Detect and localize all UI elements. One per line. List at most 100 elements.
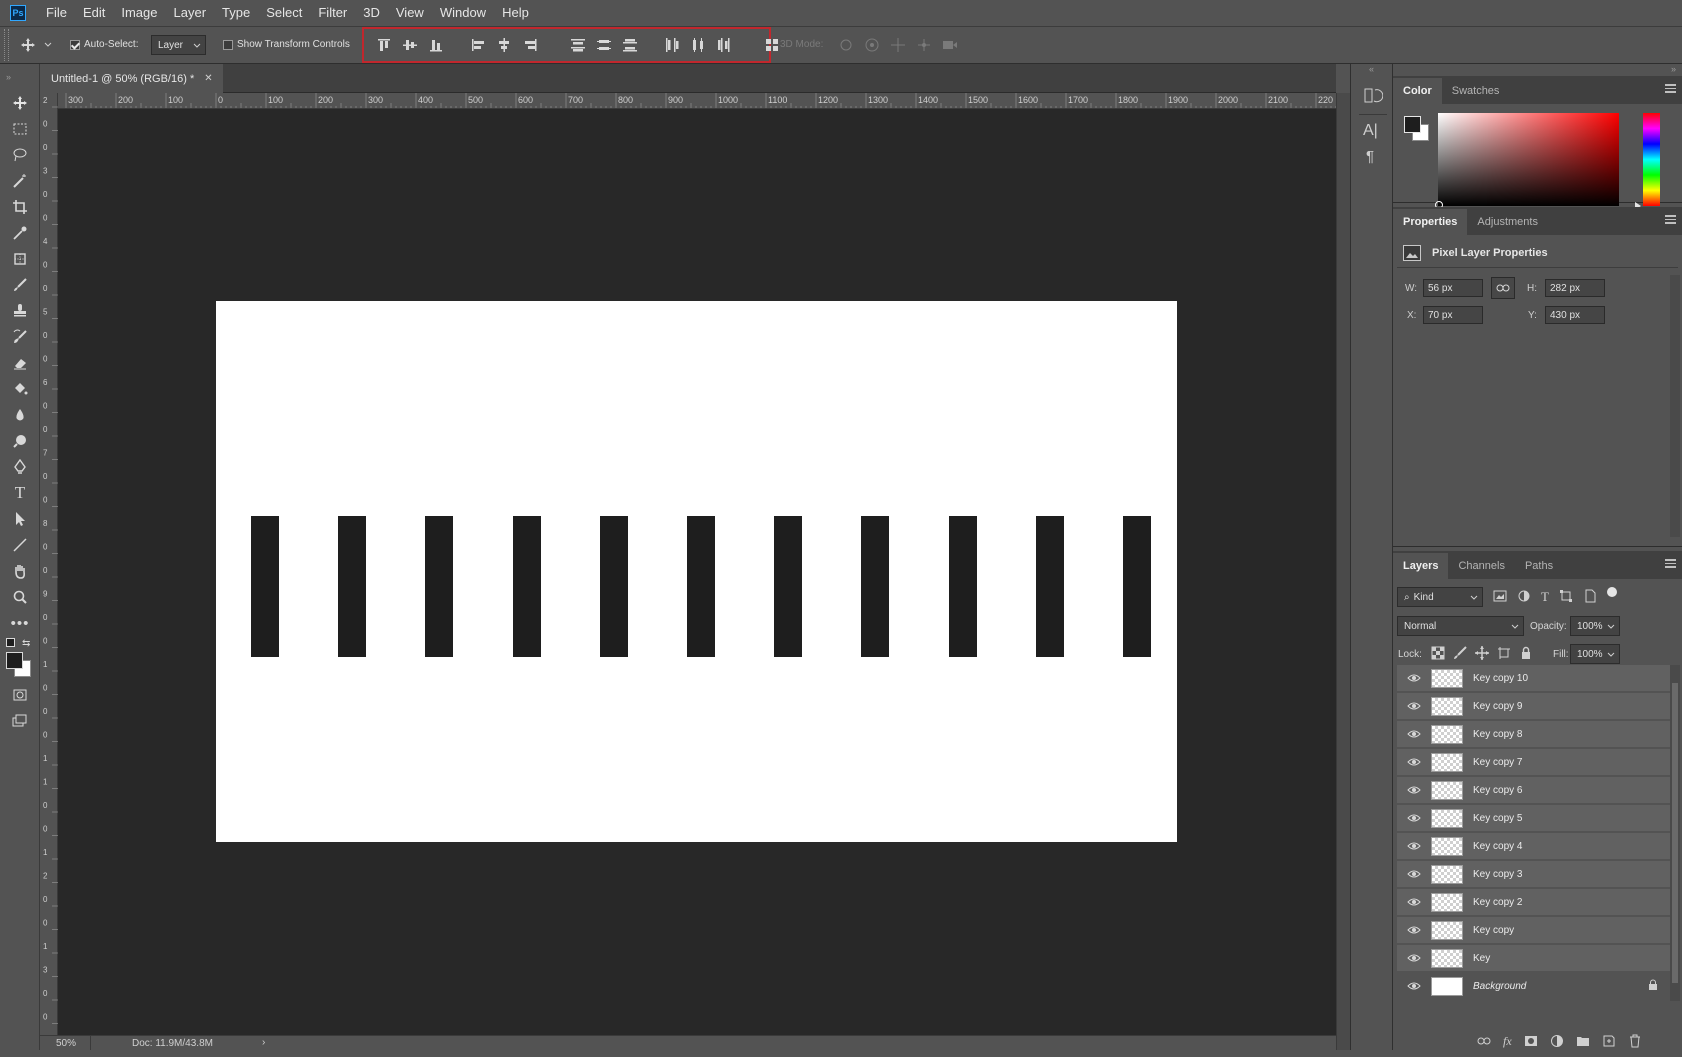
menu-edit[interactable]: Edit [75, 0, 113, 26]
history-brush-icon[interactable] [0, 324, 40, 350]
menu-3d[interactable]: 3D [355, 0, 388, 26]
lock-image-pixels-icon[interactable] [1453, 646, 1467, 660]
auto-select-checkbox[interactable] [70, 39, 80, 50]
visibility-eye-icon[interactable] [1397, 869, 1431, 879]
swap-colors-icon[interactable]: ⇆ [22, 638, 30, 649]
character-panel-icon[interactable]: A| [1363, 122, 1383, 142]
layer-row[interactable]: Key copy 8 [1397, 721, 1678, 748]
filter-type-icon[interactable]: T [1541, 589, 1549, 605]
history-panel-icon[interactable] [1363, 86, 1384, 106]
layer-name[interactable]: Key [1473, 953, 1490, 964]
menu-image[interactable]: Image [113, 0, 165, 26]
lock-artboard-icon[interactable] [1497, 646, 1511, 660]
zoom-level[interactable]: 50% [56, 1038, 76, 1049]
panel-menu-icon[interactable] [1665, 84, 1676, 93]
color-field[interactable] [1435, 113, 1619, 209]
filter-smart-object-icon[interactable] [1583, 589, 1597, 603]
visibility-eye-icon[interactable] [1397, 785, 1431, 795]
layer-filter-kind-dropdown[interactable]: ⌕ Kind [1397, 587, 1483, 607]
link-icon[interactable] [1491, 277, 1515, 299]
new-group-icon[interactable] [1576, 1034, 1590, 1048]
tab-color[interactable]: Color [1393, 78, 1442, 104]
tab-adjustments[interactable]: Adjustments [1467, 209, 1548, 235]
zoom-tool-icon[interactable] [0, 584, 40, 610]
tab-channels[interactable]: Channels [1448, 553, 1514, 579]
distribute-left-edges-icon[interactable] [664, 37, 680, 53]
key-shape[interactable] [1035, 516, 1064, 657]
lock-all-icon[interactable] [1519, 646, 1533, 660]
align-bottom-edges-icon[interactable] [428, 37, 444, 53]
move-tool-icon[interactable] [0, 90, 40, 116]
paint-bucket-icon[interactable] [0, 376, 40, 402]
marquee-tool-icon[interactable] [0, 116, 40, 142]
key-shape[interactable] [425, 516, 454, 657]
color-foreground-swatch[interactable] [1404, 116, 1421, 133]
layer-name[interactable]: Key copy 8 [1473, 729, 1522, 740]
menu-type[interactable]: Type [214, 0, 258, 26]
align-top-edges-icon[interactable] [376, 37, 392, 53]
new-layer-icon[interactable] [1602, 1034, 1616, 1048]
scale-3d-icon[interactable] [942, 37, 958, 53]
layer-name[interactable]: Key copy 3 [1473, 869, 1522, 880]
line-tool-icon[interactable] [0, 532, 40, 558]
distribute-top-edges-icon[interactable] [570, 37, 586, 53]
layer-row[interactable]: Key copy 2 [1397, 889, 1678, 916]
layer-name[interactable]: Background [1473, 981, 1526, 992]
document-tab[interactable]: Untitled-1 @ 50% (RGB/16) * ✕ [40, 64, 223, 93]
menu-filter[interactable]: Filter [310, 0, 355, 26]
orbit-3d-icon[interactable] [838, 37, 854, 53]
collapse-panels-icon[interactable]: » [1393, 64, 1682, 76]
auto-select-target-dropdown[interactable]: Layer [151, 35, 206, 55]
align-right-edges-icon[interactable] [522, 37, 538, 53]
layer-name[interactable]: Key copy 10 [1473, 673, 1528, 684]
visibility-eye-icon[interactable] [1397, 701, 1431, 711]
brush-tool-icon[interactable] [0, 272, 40, 298]
key-shape[interactable] [512, 516, 541, 657]
filter-toggle-icon[interactable] [1606, 587, 1617, 597]
key-shape[interactable] [599, 516, 628, 657]
lasso-tool-icon[interactable] [0, 142, 40, 168]
frame-tool-icon[interactable] [0, 246, 40, 272]
filter-adjustment-icon[interactable] [1517, 589, 1531, 603]
blur-tool-icon[interactable] [0, 402, 40, 428]
layers-scrollbar[interactable] [1670, 665, 1680, 1001]
visibility-eye-icon[interactable] [1397, 673, 1431, 683]
dodge-tool-icon[interactable] [0, 428, 40, 454]
key-shape[interactable] [338, 516, 367, 657]
close-icon[interactable]: ✕ [204, 73, 212, 84]
fill-field[interactable]: 100% [1570, 644, 1620, 664]
height-field[interactable]: 282 px [1545, 279, 1605, 297]
roll-3d-icon[interactable] [864, 37, 880, 53]
foreground-color-swatch[interactable] [6, 652, 23, 669]
quick-mask-icon[interactable] [0, 682, 40, 708]
default-colors-icon[interactable] [6, 638, 15, 647]
distribute-bottom-edges-icon[interactable] [622, 37, 638, 53]
key-shape[interactable] [251, 516, 279, 657]
grip-handle[interactable] [4, 29, 9, 61]
layer-name[interactable]: Key copy 6 [1473, 785, 1522, 796]
visibility-eye-icon[interactable] [1397, 925, 1431, 935]
layer-row[interactable]: Background [1397, 973, 1678, 1000]
width-field[interactable]: 56 px [1423, 279, 1483, 297]
tool-preset-picker[interactable] [20, 35, 60, 55]
visibility-eye-icon[interactable] [1397, 729, 1431, 739]
layer-row[interactable]: Key copy 6 [1397, 777, 1678, 804]
layer-row[interactable]: Key [1397, 945, 1678, 972]
layer-name[interactable]: Key copy 2 [1473, 897, 1522, 908]
opacity-field[interactable]: 100% [1570, 616, 1620, 636]
layer-name[interactable]: Key copy 9 [1473, 701, 1522, 712]
layer-style-icon[interactable]: fx [1503, 1034, 1512, 1049]
visibility-eye-icon[interactable] [1397, 981, 1431, 991]
tab-properties[interactable]: Properties [1393, 209, 1468, 235]
drag-3d-icon[interactable] [890, 37, 906, 53]
status-menu-chevron-icon[interactable]: › [262, 1037, 265, 1048]
layer-row[interactable]: Key copy 5 [1397, 805, 1678, 832]
collapse-dock-icon[interactable]: « [1351, 64, 1392, 82]
layer-name[interactable]: Key copy 5 [1473, 813, 1522, 824]
key-shape[interactable] [948, 516, 977, 657]
visibility-eye-icon[interactable] [1397, 953, 1431, 963]
auto-align-layers-icon[interactable] [764, 37, 780, 53]
pen-tool-icon[interactable] [0, 454, 40, 480]
document-canvas[interactable] [216, 301, 1177, 842]
distribute-vertical-centers-icon[interactable] [596, 37, 612, 53]
